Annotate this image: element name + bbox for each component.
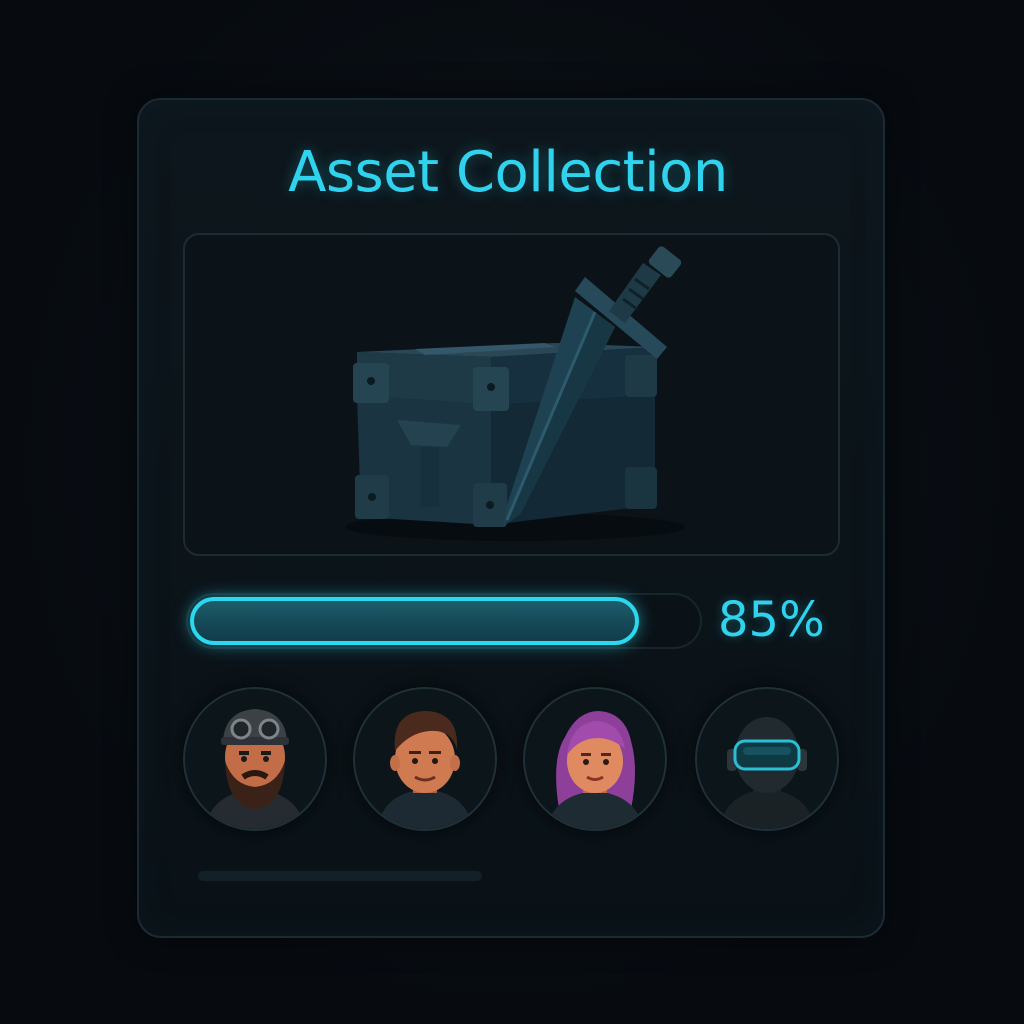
avatar-visor-helmet[interactable]	[695, 687, 839, 831]
avatar-bearded-goggles[interactable]	[183, 687, 327, 831]
progress-percent-label: 85%	[718, 592, 825, 648]
asset-showcase[interactable]	[183, 233, 840, 556]
progress-bar	[186, 593, 702, 649]
avatar-man-brown-hair[interactable]	[353, 687, 497, 831]
footer-bar	[198, 871, 482, 881]
page-title: Asset Collection	[288, 140, 728, 205]
progress-fill	[190, 597, 639, 645]
avatar-woman-purple-hair[interactable]	[523, 687, 667, 831]
